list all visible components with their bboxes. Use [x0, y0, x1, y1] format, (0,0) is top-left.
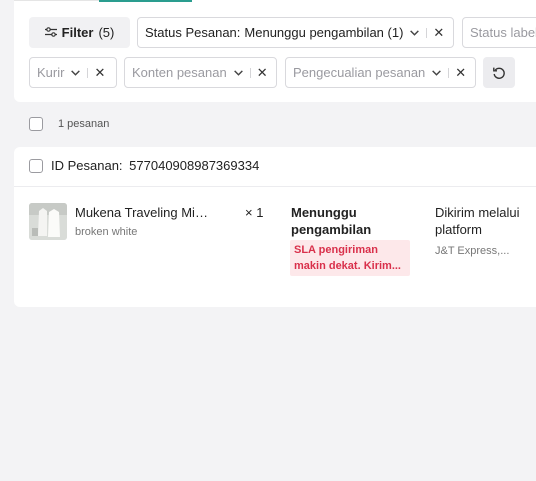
order-status: Menunggu pengambilan [291, 205, 372, 237]
filter-button-label: Filter [61, 25, 94, 40]
clear-pengecualian-filter-icon[interactable]: ✕ [455, 66, 466, 79]
order-id-label: ID Pesanan: [51, 158, 123, 173]
chip-separator [249, 67, 251, 78]
reset-icon [493, 67, 505, 79]
shipping-carrier: J&T Express,... [435, 245, 510, 257]
kurir-placeholder: Kurir [37, 65, 65, 80]
order-id: ID Pesanan: 577040908987369334 [51, 158, 259, 173]
status-filter-value: Menunggu pengambilan (1) [244, 25, 404, 40]
chevron-down-icon [71, 70, 81, 76]
product-quantity: × 1 [245, 205, 264, 220]
status-pesanan-filter[interactable]: Status Pesanan: Menunggu pengambilan (1)… [137, 17, 454, 48]
chevron-down-icon [432, 70, 442, 76]
chip-separator [426, 27, 428, 38]
filter-sliders-icon [44, 25, 57, 40]
chip-separator [87, 67, 89, 78]
filter-button[interactable]: Filter (5) [29, 17, 130, 48]
filter-count: (5) [98, 25, 115, 40]
clear-konten-filter-icon[interactable]: ✕ [257, 66, 268, 79]
order-divider [14, 186, 536, 187]
clear-kurir-filter-icon[interactable]: ✕ [94, 66, 105, 79]
product-variant: broken white [75, 226, 138, 238]
status-filter-label: Status Pesanan: [145, 25, 241, 40]
clear-status-filter-icon[interactable]: ✕ [433, 26, 444, 39]
select-all-checkbox[interactable] [29, 117, 43, 131]
order-id-value[interactable]: 577040908987369334 [129, 158, 259, 173]
reset-filters-button[interactable] [483, 57, 515, 88]
product-thumbnail[interactable] [29, 203, 67, 240]
status-label-filter[interactable]: Status label [462, 17, 536, 48]
status-label-placeholder: Status label [470, 25, 536, 40]
pengecualian-pesanan-filter[interactable]: Pengecualian pesanan ✕ [285, 57, 476, 88]
chip-separator [448, 67, 450, 78]
konten-placeholder: Konten pesanan [132, 65, 227, 80]
chevron-down-icon [233, 70, 243, 76]
pengecualian-placeholder: Pengecualian pesanan [293, 65, 426, 80]
active-tab-indicator [99, 0, 192, 2]
konten-pesanan-filter[interactable]: Konten pesanan ✕ [124, 57, 277, 88]
product-name[interactable]: Mukena Traveling Mini... [75, 205, 215, 220]
chevron-down-icon [410, 30, 420, 36]
shipping-method: Dikirim melalui platform [435, 205, 520, 237]
order-count: 1 pesanan [58, 118, 110, 130]
order-checkbox[interactable] [29, 159, 43, 173]
tab-divider [14, 0, 99, 1]
sla-warning-badge: SLA pengiriman makin dekat. Kirim... [290, 240, 410, 276]
kurir-filter[interactable]: Kurir ✕ [29, 57, 117, 88]
